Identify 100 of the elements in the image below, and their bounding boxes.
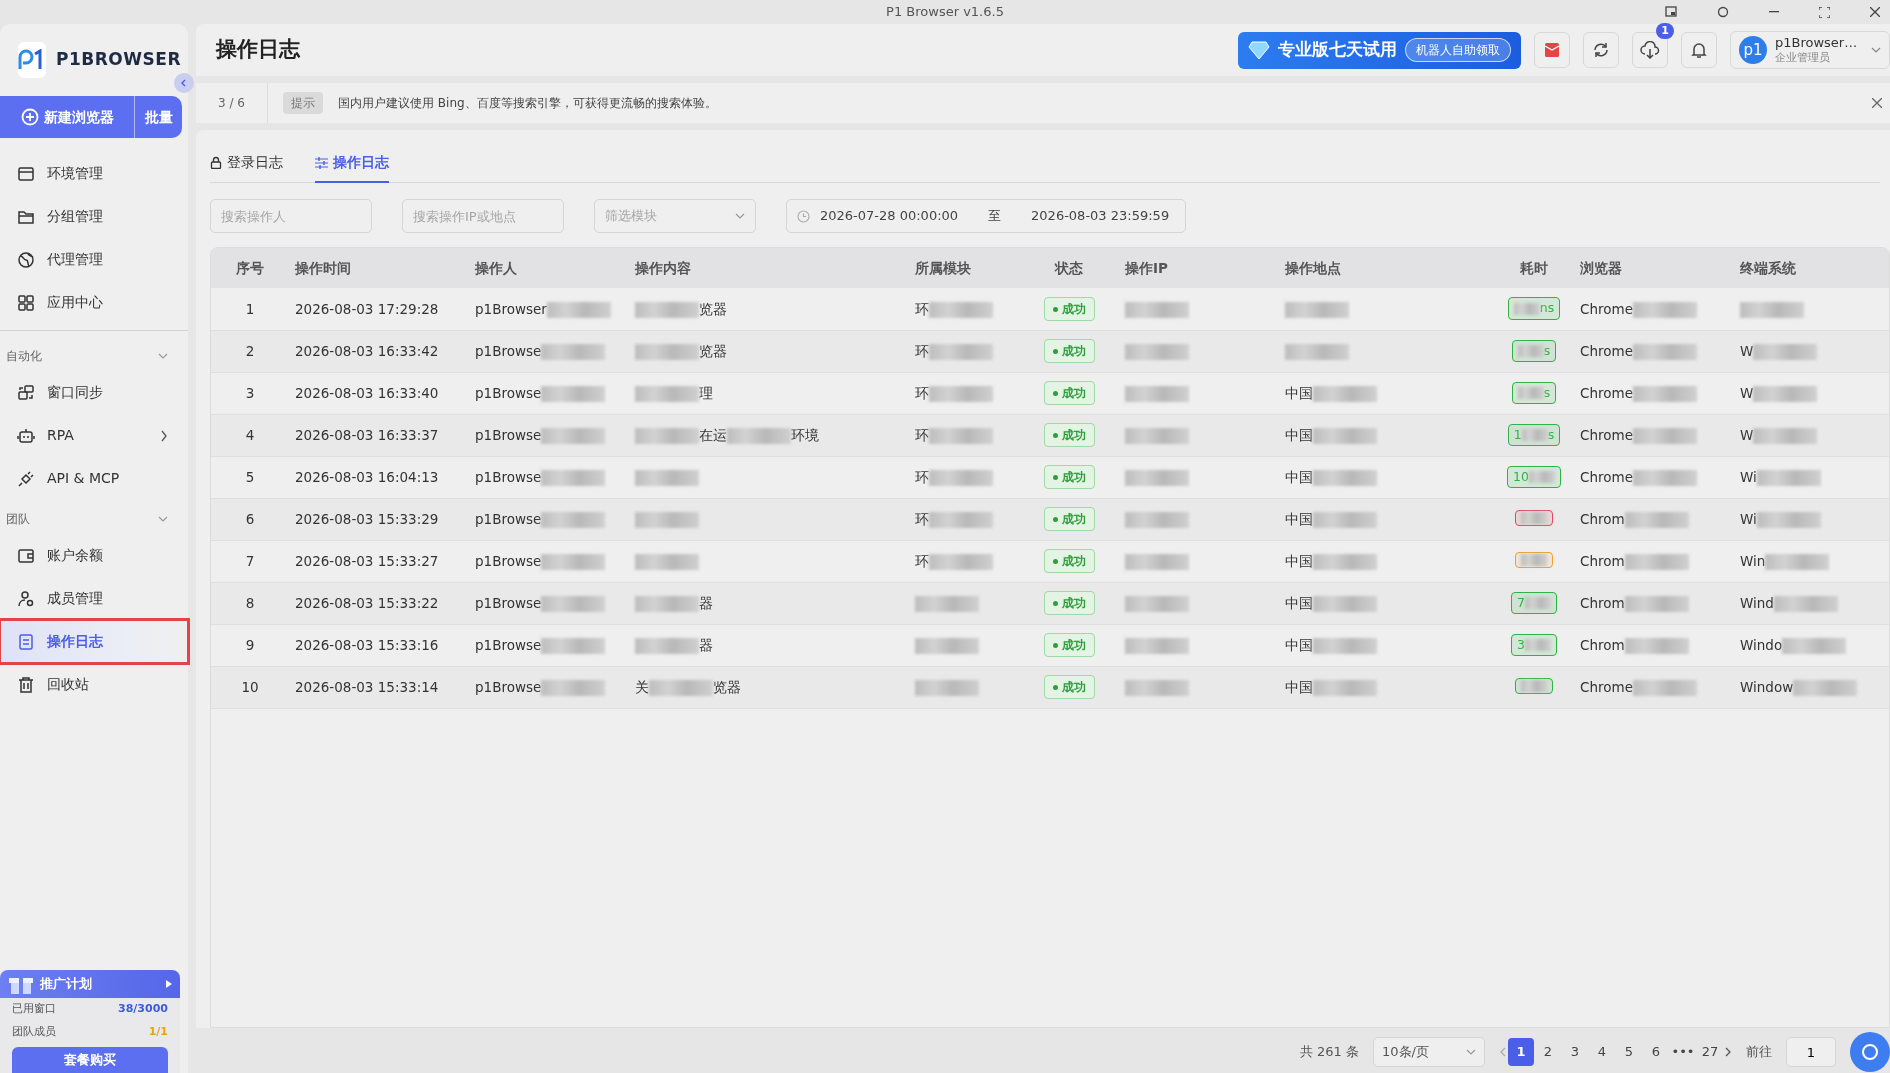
robot-icon [17, 426, 35, 445]
search-field[interactable]: 搜索操作IP或地点 [402, 199, 564, 233]
maximize-icon[interactable] [1819, 6, 1830, 18]
sidebar-item[interactable]: 窗口同步 [0, 371, 188, 414]
sliders-icon [315, 156, 328, 169]
table-cell: 9 [211, 624, 289, 666]
trial-banner[interactable]: 专业版七天试用 机器人自助领取 [1238, 31, 1521, 69]
sidebar-item[interactable]: 账户余额 [0, 534, 188, 577]
sidebar-item[interactable]: API & MCP [0, 457, 188, 500]
table-cell: p1Browser [469, 288, 629, 330]
lock-icon [210, 156, 222, 169]
trash-icon [17, 675, 35, 694]
sidebar-item[interactable]: RPA [0, 414, 188, 457]
table-cell: 览器 [629, 288, 909, 330]
table-cell: 环 [909, 414, 1019, 456]
page-button[interactable]: 1 [1508, 1038, 1534, 1066]
table-cell: 2026-08-03 16:04:13 [289, 456, 469, 498]
table-cell: 2 [211, 330, 289, 372]
close-icon[interactable] [1870, 7, 1880, 17]
column-header: 操作IP [1119, 248, 1279, 288]
chevron-down-icon [1871, 45, 1881, 55]
table-cell: 在运 环境 [629, 414, 909, 456]
end-date: 2026-08-03 23:59:59 [1031, 207, 1170, 226]
support-button[interactable] [1850, 1032, 1890, 1072]
duration-tag: 7 [1511, 591, 1557, 615]
close-icon[interactable] [1872, 98, 1882, 108]
globe-icon [17, 250, 35, 269]
duration-tag: 3 [1511, 633, 1557, 657]
table-cell: 6 [211, 498, 289, 540]
table-cell: 器 [629, 624, 909, 666]
date-separator: 至 [988, 207, 1002, 226]
stat-label: 团队成员 [12, 1023, 56, 1040]
batch-button[interactable]: 批量 [134, 96, 182, 138]
table-cell: 2026-08-03 15:33:16 [289, 624, 469, 666]
page-button[interactable]: 5 [1616, 1038, 1642, 1066]
wallet-icon [17, 546, 35, 565]
table-cell: Windo [1734, 624, 1889, 666]
table-cell: 关 览器 [629, 666, 909, 708]
sidebar-item[interactable]: 分组管理 [0, 195, 188, 238]
column-header: 浏览器 [1574, 248, 1734, 288]
column-header: 操作地点 [1279, 248, 1494, 288]
table-cell: Wi [1734, 456, 1889, 498]
chevron-down-icon [735, 211, 745, 221]
page-input[interactable]: 1 [1786, 1037, 1836, 1067]
sidebar-item[interactable]: 成员管理 [0, 577, 188, 620]
page-button[interactable]: ••• [1670, 1038, 1696, 1066]
table-cell: 中国 [1279, 624, 1494, 666]
notifications-button[interactable] [1681, 32, 1717, 68]
buy-plan-button[interactable]: 套餐购买 [12, 1047, 168, 1073]
status-tag: 成功 [1043, 675, 1095, 700]
sidebar-item[interactable]: 操作日志 [0, 620, 188, 663]
page-button[interactable]: 3 [1562, 1038, 1588, 1066]
table-cell: 2026-08-03 16:33:37 [289, 414, 469, 456]
sidebar-item[interactable]: 环境管理 [0, 152, 188, 195]
table-cell: 2026-08-03 15:33:29 [289, 498, 469, 540]
duration-tag: s [1511, 339, 1557, 363]
sidebar-item[interactable]: 应用中心 [0, 281, 188, 324]
table-cell: 2026-08-03 15:33:22 [289, 582, 469, 624]
chevron-down-icon [1466, 1047, 1476, 1057]
minimize-icon[interactable] [1769, 11, 1779, 13]
table-cell: p1Browse [469, 498, 629, 540]
date-range-field[interactable]: 2026-07-28 00:00:00 至 2026-08-03 23:59:59 [786, 199, 1186, 233]
pip-icon[interactable] [1665, 6, 1677, 18]
sync-button[interactable] [1583, 32, 1619, 68]
column-header: 终端系统 [1734, 248, 1889, 288]
status-tag: 成功 [1043, 549, 1095, 574]
page-title: 操作日志 [216, 37, 301, 63]
page-size-select[interactable]: 10条/页 [1373, 1037, 1485, 1067]
grid-icon [17, 293, 35, 312]
window-sync-icon [17, 383, 35, 402]
table-cell: Window [1734, 666, 1889, 708]
table-cell: 环 [909, 498, 1019, 540]
user-role: 企业管理员 [1775, 50, 1831, 64]
new-browser-button[interactable]: 新建浏览器 [0, 96, 134, 138]
logo-icon [18, 42, 46, 78]
stat-label: 已用窗口 [12, 1001, 56, 1017]
bell-icon [1690, 41, 1708, 59]
table-cell: p1Browse [469, 582, 629, 624]
tab[interactable]: 操作日志 [315, 148, 389, 183]
table-cell: 览器 [629, 330, 909, 372]
page-button[interactable]: 4 [1589, 1038, 1615, 1066]
table-cell: Chrome [1574, 288, 1734, 330]
search-field[interactable]: 搜索操作人 [210, 199, 372, 233]
table-cell: Chrom [1574, 582, 1734, 624]
tab[interactable]: 登录日志 [210, 148, 283, 183]
claim-button[interactable]: 机器人自助领取 [1405, 38, 1511, 62]
page-button[interactable]: 2 [1535, 1038, 1561, 1066]
column-header: 序号 [211, 248, 289, 288]
page-button[interactable]: 27 [1697, 1038, 1723, 1066]
next-page-icon[interactable] [1724, 1047, 1732, 1057]
sidebar-item[interactable]: 回收站 [0, 663, 188, 706]
page-button[interactable]: 6 [1643, 1038, 1669, 1066]
envelope-button[interactable] [1534, 32, 1570, 68]
table-cell: 2026-08-03 15:33:14 [289, 666, 469, 708]
download-button[interactable] [1632, 32, 1668, 68]
sidebar-item[interactable]: 代理管理 [0, 238, 188, 281]
table-cell: 环 [909, 330, 1019, 372]
user-avatar: p1 [1739, 36, 1767, 64]
table-cell: p1Browse [469, 540, 629, 582]
promo-banner[interactable]: 推广计划 [0, 970, 180, 998]
